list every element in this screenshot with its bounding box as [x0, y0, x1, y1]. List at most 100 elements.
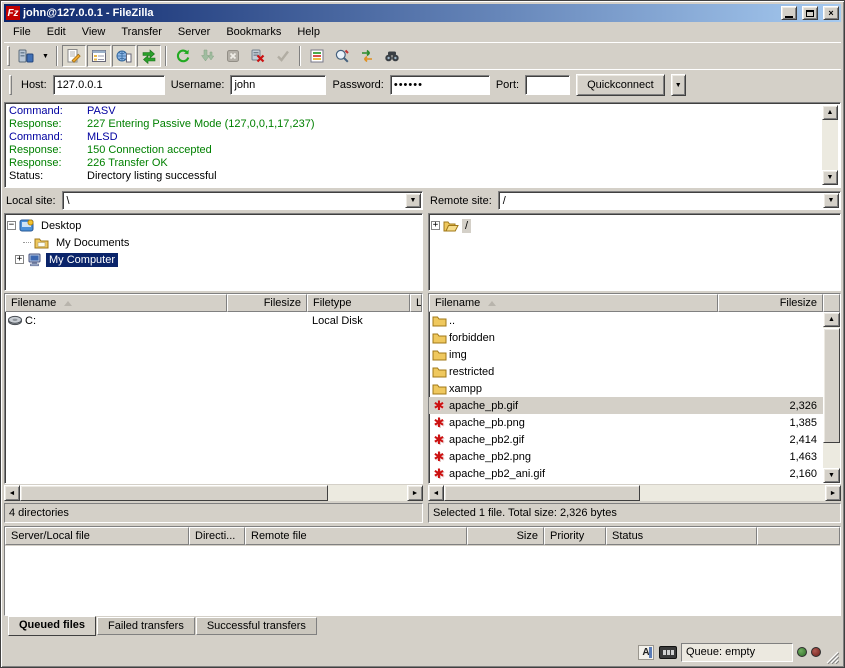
resize-grip[interactable]: [825, 650, 839, 664]
directory-filters-button[interactable]: [305, 45, 329, 67]
column-header-lastmodified[interactable]: L: [410, 294, 422, 312]
toggle-remote-tree-button[interactable]: [112, 45, 136, 67]
remote-horizontal-scrollbar[interactable]: ◄ ►: [428, 485, 841, 501]
file-row[interactable]: img: [429, 346, 823, 363]
refresh-button[interactable]: [171, 45, 195, 67]
menu-server[interactable]: Server: [170, 24, 218, 40]
scroll-down-icon[interactable]: ▼: [822, 170, 838, 185]
scroll-right-icon[interactable]: ►: [407, 485, 423, 501]
remote-site-combo[interactable]: / ▼: [498, 191, 841, 210]
menu-transfer[interactable]: Transfer: [113, 24, 170, 40]
tab-successful-transfers[interactable]: Successful transfers: [196, 617, 317, 635]
menu-file[interactable]: File: [5, 24, 39, 40]
disconnect-icon: [250, 48, 266, 64]
quickconnect-grip[interactable]: [9, 75, 12, 95]
file-row[interactable]: ✱ apache_pb.png 1,385: [429, 414, 823, 431]
send-indicator-led: [797, 647, 807, 657]
directory-comparison-button[interactable]: [330, 45, 354, 67]
data-type-indicator[interactable]: A: [637, 644, 655, 661]
file-row[interactable]: forbidden: [429, 329, 823, 346]
tab-queued-files[interactable]: Queued files: [8, 616, 96, 636]
host-input[interactable]: [53, 75, 165, 95]
disconnect-button[interactable]: [246, 45, 270, 67]
maximize-button[interactable]: [802, 6, 818, 20]
column-header-filename[interactable]: Filename: [429, 294, 718, 312]
expand-icon[interactable]: +: [431, 221, 440, 230]
synchronized-browsing-button[interactable]: [355, 45, 379, 67]
speed-limit-indicator[interactable]: [659, 644, 677, 661]
column-header-status[interactable]: Status: [606, 527, 757, 545]
column-header-filename[interactable]: Filename: [5, 294, 227, 312]
process-queue-button[interactable]: [196, 45, 220, 67]
cancel-button[interactable]: [221, 45, 245, 67]
port-input[interactable]: [525, 75, 570, 95]
menu-edit[interactable]: Edit: [39, 24, 74, 40]
local-site-combo[interactable]: \ ▼: [62, 191, 423, 210]
find-files-button[interactable]: [380, 45, 404, 67]
tree-item-desktop[interactable]: − Desktop: [7, 217, 420, 234]
column-header-priority[interactable]: Priority: [544, 527, 606, 545]
file-row[interactable]: ✱ apache_pb2.gif 2,414: [429, 431, 823, 448]
scrollbar-thumb[interactable]: [444, 485, 640, 501]
username-input[interactable]: [230, 75, 326, 95]
menu-bookmarks[interactable]: Bookmarks: [218, 24, 289, 40]
toggle-transfer-queue-button[interactable]: [137, 45, 161, 67]
file-row[interactable]: ✱ apache_pb2_ani.gif 2,160: [429, 465, 823, 482]
combo-dropdown-icon[interactable]: ▼: [823, 193, 839, 208]
message-log-icon: [66, 48, 82, 64]
scroll-up-icon[interactable]: ▲: [823, 312, 840, 327]
scrollbar-thumb[interactable]: [823, 328, 840, 443]
column-header-filesize[interactable]: Filesize: [718, 294, 823, 312]
reconnect-button[interactable]: [271, 45, 295, 67]
column-header-server-local-file[interactable]: Server/Local file: [5, 527, 189, 545]
folder-icon: [431, 331, 447, 345]
site-manager-button[interactable]: [14, 45, 38, 67]
column-header-direction[interactable]: Directi...: [189, 527, 245, 545]
close-button[interactable]: ×: [823, 6, 839, 20]
toggle-local-tree-button[interactable]: [87, 45, 111, 67]
menu-view[interactable]: View: [74, 24, 114, 40]
menu-help[interactable]: Help: [289, 24, 328, 40]
remote-vertical-scrollbar[interactable]: ▲ ▼: [823, 312, 840, 483]
column-header-remote-file[interactable]: Remote file: [245, 527, 467, 545]
title-bar[interactable]: Fz john@127.0.0.1 - FileZilla ×: [4, 4, 841, 22]
scrollbar-thumb[interactable]: [20, 485, 328, 501]
file-row[interactable]: restricted: [429, 363, 823, 380]
combo-dropdown-icon[interactable]: ▼: [405, 193, 421, 208]
collapse-icon[interactable]: −: [7, 221, 16, 230]
tree-item-my-computer[interactable]: + My Computer: [7, 251, 420, 268]
tree-item-root[interactable]: + /: [431, 217, 838, 234]
scroll-left-icon[interactable]: ◄: [4, 485, 20, 501]
queue-body[interactable]: [5, 546, 840, 615]
remote-treeview-icon: [116, 48, 132, 64]
file-name: C:: [25, 315, 229, 327]
file-row-c-drive[interactable]: C: Local Disk: [5, 312, 422, 329]
scroll-left-icon[interactable]: ◄: [428, 485, 444, 501]
column-header-filetype[interactable]: Filetype: [307, 294, 410, 312]
quickconnect-dropdown[interactable]: ▼: [671, 74, 686, 96]
toolbar-grip[interactable]: [7, 46, 10, 66]
desktop-icon: [19, 219, 35, 233]
toggle-message-log-button[interactable]: [62, 45, 86, 67]
file-row[interactable]: xampp: [429, 380, 823, 397]
local-horizontal-scrollbar[interactable]: ◄ ►: [4, 485, 423, 501]
scroll-down-icon[interactable]: ▼: [823, 468, 840, 483]
log-scrollbar[interactable]: ▲ ▼: [822, 105, 838, 185]
minimize-button[interactable]: [781, 6, 797, 20]
column-header-filesize[interactable]: Filesize: [227, 294, 307, 312]
file-size: 1,463: [722, 451, 823, 463]
column-header-size[interactable]: Size: [467, 527, 544, 545]
file-row[interactable]: ..: [429, 312, 823, 329]
file-row[interactable]: ✱ apache_pb2.png 1,463: [429, 448, 823, 465]
file-row-selected[interactable]: ✱ apache_pb.gif 2,326: [429, 397, 823, 414]
tree-item-my-documents[interactable]: My Documents: [7, 234, 420, 251]
password-input[interactable]: [390, 75, 490, 95]
tree-label: Desktop: [38, 219, 84, 233]
tab-failed-transfers[interactable]: Failed transfers: [97, 617, 195, 635]
expand-icon[interactable]: +: [15, 255, 24, 264]
scroll-up-icon[interactable]: ▲: [822, 105, 838, 120]
quickconnect-button[interactable]: Quickconnect: [576, 74, 665, 96]
scroll-right-icon[interactable]: ►: [825, 485, 841, 501]
filezilla-logo-icon: Fz: [6, 6, 20, 20]
site-manager-dropdown[interactable]: ▼: [39, 45, 52, 67]
